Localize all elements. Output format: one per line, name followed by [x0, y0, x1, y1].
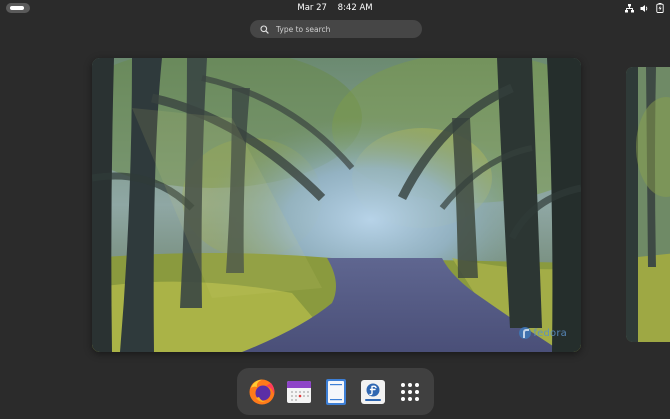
search-input[interactable] — [274, 23, 418, 35]
app-grid-icon — [400, 382, 419, 401]
search-bar[interactable] — [250, 20, 422, 38]
search-icon — [257, 22, 271, 36]
firefox-icon — [249, 379, 274, 404]
dash-app-calendar[interactable] — [284, 377, 314, 407]
workspace-thumbnail[interactable]: fedora — [92, 58, 581, 352]
network-icon — [625, 3, 634, 13]
volume-icon — [640, 4, 649, 13]
dash-app-software[interactable] — [358, 377, 388, 407]
wallpaper-image — [92, 58, 581, 352]
dash — [237, 368, 434, 415]
dash-app-text-editor[interactable] — [321, 377, 351, 407]
dash-show-apps-button[interactable] — [395, 377, 425, 407]
dash-app-firefox[interactable] — [247, 377, 277, 407]
fedora-logo-icon — [519, 327, 532, 339]
next-wallpaper-image — [626, 67, 670, 342]
clock-button[interactable]: Mar 27 8:42 AM — [0, 2, 670, 14]
clock-time: 8:42 AM — [337, 3, 373, 13]
fedora-watermark: fedora — [519, 327, 567, 339]
watermark-text: fedora — [533, 327, 567, 339]
clock-date: Mar 27 — [297, 3, 327, 13]
battery-icon — [655, 3, 664, 13]
next-workspace-thumbnail[interactable] — [626, 67, 670, 342]
system-tray[interactable] — [625, 2, 664, 14]
text-editor-icon — [325, 378, 346, 405]
calendar-icon — [286, 380, 311, 403]
top-bar: Mar 27 8:42 AM — [0, 0, 670, 16]
software-icon — [360, 379, 385, 404]
